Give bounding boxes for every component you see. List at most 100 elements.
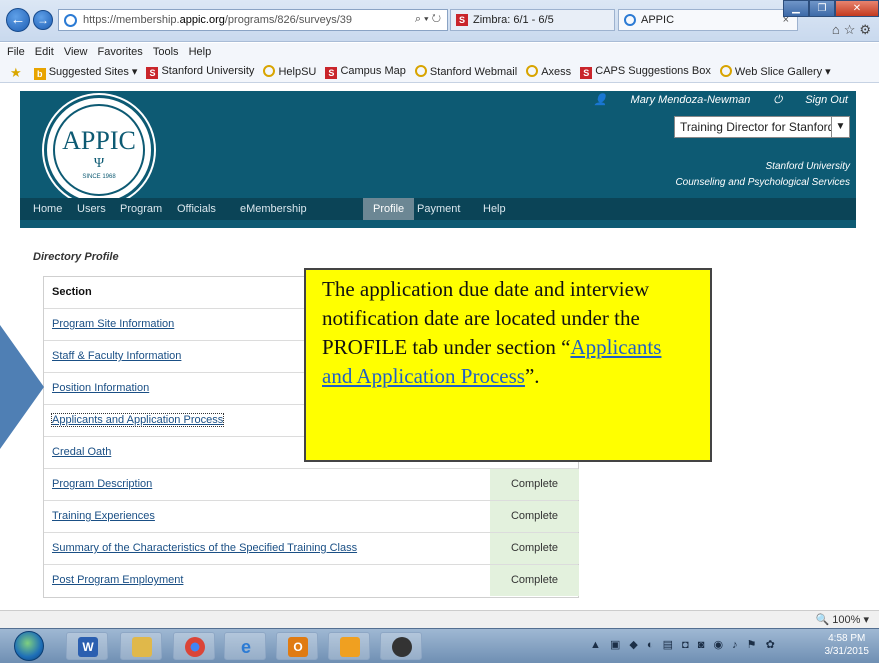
nav-payment[interactable]: Payment [417, 198, 460, 220]
pointer-arrow-shape [0, 325, 44, 449]
address-url[interactable]: https://membership.appic.org/programs/82… [83, 14, 352, 26]
section-link-applicants[interactable]: Applicants and Application Process [50, 413, 225, 427]
ie-page-icon [64, 14, 77, 27]
table-row: Summary of the Characteristics of the Sp… [44, 533, 579, 565]
nav-users[interactable]: Users [77, 198, 106, 220]
fav-stanford-university[interactable]: S Stanford University [146, 65, 254, 79]
taskbar-audio-app[interactable] [380, 632, 422, 660]
clock-time: 4:58 PM [828, 633, 866, 644]
chrome-icon [185, 637, 205, 657]
fav-caps-suggestions-box[interactable]: S CAPS Suggestions Box [580, 65, 711, 79]
section-link[interactable]: Staff & Faculty Information [52, 350, 181, 362]
clock-date: 3/31/2015 [824, 646, 870, 657]
fav-suggested-sites[interactable]: b Suggested Sites ▾ [33, 65, 137, 80]
section-link[interactable]: Training Experiences [52, 510, 155, 522]
fav-axess[interactable]: Axess [526, 65, 571, 78]
tab-zimbra[interactable]: S Zimbra: 6/1 - 6/5 [450, 9, 615, 31]
system-tray[interactable]: ▲ ▣ ◆ ◐ ▤ ◘ ◙ ◉ ♪ ⚑ ✿ [590, 638, 778, 651]
ie-icon [719, 65, 732, 77]
user-name[interactable]: 👤 Mary Mendoza-Newman [594, 94, 751, 106]
logo-since: SINCE 1968 [82, 174, 116, 180]
nav-program[interactable]: Program [120, 198, 162, 220]
logo-word: APPIC [62, 126, 136, 155]
status-badge: Complete [490, 533, 579, 564]
sign-out-link[interactable]: ⏻ Sign Out [773, 94, 848, 106]
menu-file[interactable]: File [7, 46, 25, 58]
close-window-button[interactable]: ✕ [835, 0, 879, 17]
menu-edit[interactable]: Edit [35, 46, 54, 58]
start-button[interactable] [14, 631, 44, 661]
ie-icon: e [240, 637, 251, 657]
menu-view[interactable]: View [64, 46, 88, 58]
institution-department: Counseling and Psychological Services [675, 177, 850, 188]
main-nav: Home Users Program Officials eMembership… [20, 198, 856, 220]
annotation-callout: The application due date and interview n… [304, 268, 712, 462]
stanford-s-icon: S [580, 67, 593, 79]
taskbar-explorer[interactable] [120, 632, 162, 660]
table-row: Program Description Complete [44, 469, 579, 501]
menu-favorites[interactable]: Favorites [98, 46, 143, 58]
status-badge: Complete [490, 565, 579, 596]
nav-officials[interactable]: Officials [177, 198, 216, 220]
favorites-bar: ★ b Suggested Sites ▾ S Stanford Universit… [0, 61, 879, 83]
word-icon: W [78, 637, 98, 657]
section-link[interactable]: Program Site Information [52, 318, 174, 330]
settings-gear-icon[interactable]: ⚙ [859, 22, 875, 37]
favorites-star-icon[interactable]: ★ [10, 65, 22, 81]
user-bar: 👤 Mary Mendoza-Newman ⏻ Sign Out [574, 93, 848, 107]
fav-stanford-webmail[interactable]: Stanford Webmail [414, 65, 517, 78]
menu-help[interactable]: Help [189, 46, 212, 58]
window-controls: ▁ ❐ ✕ [783, 0, 879, 18]
minimize-button[interactable]: ▁ [783, 0, 809, 17]
nav-help[interactable]: Help [483, 198, 506, 220]
logo-psi: Ψ [93, 156, 105, 171]
folder-icon [132, 637, 152, 657]
directory-profile-title: Directory Profile [33, 251, 119, 263]
page-content: APPIC Ψ SINCE 1968 👤 Mary Mendoza-Newman… [0, 83, 879, 610]
bing-icon: b [33, 68, 46, 80]
table-row: Training Experiences Complete [44, 501, 579, 533]
address-bar[interactable]: https://membership.appic.org/programs/82… [58, 9, 448, 31]
section-link[interactable]: Post Program Employment [52, 574, 183, 586]
tab-appic[interactable]: APPIC × [618, 9, 798, 31]
section-link[interactable]: Summary of the Characteristics of the Sp… [52, 542, 357, 554]
taskbar-clock[interactable]: 4:58 PM 3/31/2015 [825, 632, 870, 658]
taskbar-ie[interactable]: e [224, 632, 266, 660]
taskbar-chrome[interactable] [173, 632, 215, 660]
callout-suffix: ”. [524, 364, 540, 388]
outlook-icon: O [288, 637, 308, 657]
section-link[interactable]: Program Description [52, 478, 152, 490]
ie-icon [414, 65, 427, 77]
taskbar-app[interactable] [328, 632, 370, 660]
home-icon[interactable]: ⌂ [832, 22, 844, 37]
role-select[interactable]: Training Director for Stanford Un ▼ [674, 116, 850, 138]
taskbar-word[interactable]: W [66, 632, 108, 660]
menu-bar: File Edit View Favorites Tools Help [0, 43, 879, 61]
forward-button[interactable]: → [33, 10, 53, 30]
back-button[interactable]: ← [6, 8, 30, 32]
nav-emembership[interactable]: eMembership [240, 198, 307, 220]
taskbar-outlook[interactable]: O [276, 632, 318, 660]
section-link[interactable]: Credal Oath [52, 446, 111, 458]
stanford-s-icon: S [325, 67, 338, 79]
nav-home[interactable]: Home [33, 198, 62, 220]
fav-campus-map[interactable]: S Campus Map [325, 65, 406, 79]
windows-taskbar: W e O ▲ ▣ ◆ ◐ ▤ ◘ ◙ ◉ ♪ ⚑ ✿ 4:58 PM 3/31… [0, 628, 879, 663]
address-actions[interactable]: ⌕ ▾ ↻ [415, 13, 441, 26]
stanford-s-icon: S [146, 67, 159, 79]
section-link[interactable]: Position Information [52, 382, 149, 394]
zoom-level[interactable]: 🔍 100% ▾ [816, 613, 869, 626]
fav-web-slice-gallery[interactable]: Web Slice Gallery ▾ [719, 65, 831, 78]
nav-profile[interactable]: Profile [363, 198, 415, 220]
favorites-star-icon[interactable]: ☆ [844, 22, 860, 37]
maximize-button[interactable]: ❐ [809, 0, 835, 17]
ie-tab-icon [624, 14, 636, 26]
browser-tool-icons: ⌂☆⚙ [832, 22, 875, 38]
fav-helpsu[interactable]: HelpSU [263, 65, 316, 78]
institution-info: Stanford University Counseling and Psych… [675, 159, 850, 191]
section-header: Section [52, 286, 92, 298]
status-badge: Complete [490, 501, 579, 532]
menu-tools[interactable]: Tools [153, 46, 179, 58]
table-row: Post Program Employment Complete [44, 565, 579, 597]
appic-logo[interactable]: APPIC Ψ SINCE 1968 [44, 95, 154, 205]
